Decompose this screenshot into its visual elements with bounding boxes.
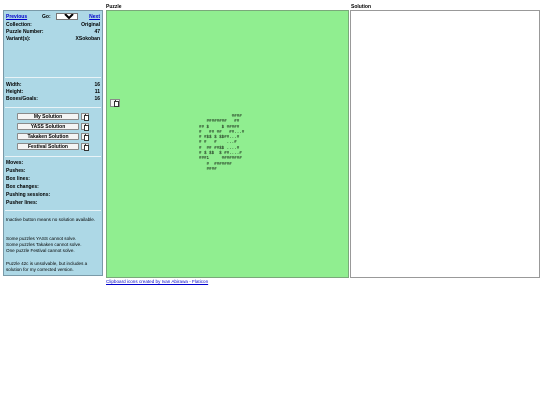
collection-row: Collection: Original [6,22,100,29]
puzzle-number-value: 47 [94,29,100,35]
previous-link[interactable]: Previous [6,13,27,21]
puzzle-board: #### ######## ## ## $ $ ##### # ## ## ##… [199,115,245,172]
box-lines-label: Box lines: [6,176,30,182]
solver-note-festival: One puzzle Festival cannot solve. [6,248,75,253]
icon-credit-link[interactable]: Clipboard icons created by Ivan Abirawa … [106,279,208,284]
clipboard-icon[interactable] [81,143,89,151]
pushing-sessions-stat: Pushing sessions: [6,192,100,199]
box-changes-label: Box changes: [6,184,39,190]
my-solution-button[interactable]: My Solution [17,113,79,120]
height-label: Height: [6,89,24,95]
next-link[interactable]: Next [89,13,100,21]
puzzle-select[interactable]: 47b [56,13,78,20]
solver-note-takaken: Some puzzles Takaken cannot solve. [6,242,82,247]
festival-solution-button[interactable]: Festival Solution [17,143,79,150]
clipboard-icon[interactable] [81,113,89,121]
moves-stat: Moves: [6,160,100,167]
boxes-goals-value: 16 [94,96,100,102]
boxes-goals-row: Boxes/Goals: 16 [6,96,100,103]
info-panel: Previous Go: 47b Next Collection: Origin… [3,10,103,276]
divider [5,156,101,157]
width-value: 16 [94,82,100,88]
width-row: Width: 16 [6,82,100,89]
box-lines-stat: Box lines: [6,176,100,183]
boxes-goals-label: Boxes/Goals: [6,96,38,102]
pusher-lines-stat: Pusher lines: [6,200,100,207]
go-label: Go: [42,14,51,20]
moves-label: Moves: [6,160,24,166]
variants-row: Variant(s): XSokoban [6,36,100,43]
pushing-sessions-label: Pushing sessions: [6,192,51,198]
variants-label: Variant(s): [6,36,31,42]
pushes-stat: Pushes: [6,168,100,175]
collection-label: Collection: [6,22,32,28]
solver-note-yass: Some puzzles YASS cannot solve. [6,236,77,241]
clipboard-icon[interactable] [110,99,120,107]
collection-value: Original [81,22,100,28]
inactive-note: Inactive button means no solution availa… [6,217,96,222]
unsolvable-note: Puzzle 42c is unsolvable, but includes a… [6,261,88,272]
height-value: 11 [94,89,100,95]
divider [5,77,101,78]
puzzle-area: #### ######## ## ## $ $ ##### # ## ## ##… [106,10,349,278]
divider [5,107,101,108]
takaken-solution-button[interactable]: Takaken Solution [17,133,79,140]
yass-solution-button[interactable]: YASS Solution [17,123,79,130]
puzzle-navigation: Previous Go: 47b Next [6,13,100,21]
divider [5,210,101,211]
solution-area [350,10,540,278]
box-changes-stat: Box changes: [6,184,100,191]
width-label: Width: [6,82,22,88]
puzzle-number-label: Puzzle Number: [6,29,44,35]
pusher-lines-label: Pusher lines: [6,200,38,206]
variants-value: XSokoban [75,36,100,42]
clipboard-icon[interactable] [81,123,89,131]
pushes-label: Pushes: [6,168,26,174]
puzzle-number-row: Puzzle Number: 47 [6,29,100,36]
clipboard-icon[interactable] [81,133,89,141]
height-row: Height: 11 [6,89,100,96]
